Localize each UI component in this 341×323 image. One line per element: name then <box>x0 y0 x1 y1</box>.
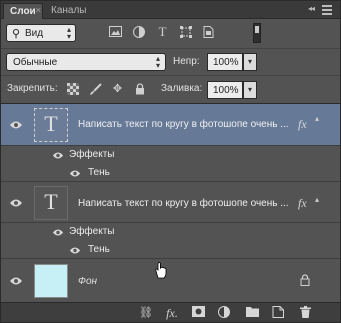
layers-panel: Слои ✕ Каналы ◂◂ ⚲ Вид ▴▾ T Обычные ▴▾ <box>0 0 341 323</box>
hand-cursor-icon <box>154 262 170 280</box>
fill-value: 100% <box>213 85 239 96</box>
filter-kind-select[interactable]: ⚲ Вид ▴ ▾ <box>6 24 76 42</box>
layer-row-text-2[interactable]: T Написать текст по кругу в фотошопе оче… <box>1 183 340 223</box>
effect-name: Тень <box>88 167 110 178</box>
layer-name[interactable]: Написать текст по кругу в фотошопе очень… <box>78 198 289 209</box>
effects-row-2[interactable]: Эффекты <box>1 223 340 241</box>
layer-thumbnail-text[interactable]: T <box>34 186 68 220</box>
search-icon: ⚲ <box>12 28 21 40</box>
panel-menu-icon[interactable] <box>320 3 334 15</box>
type-layer-glyph: T <box>44 189 58 214</box>
new-group-folder-icon[interactable] <box>245 306 259 320</box>
layers-list: T Написать текст по кругу в фотошопе оче… <box>1 103 340 302</box>
visibility-eye-icon[interactable] <box>9 120 23 130</box>
layer-row-background[interactable]: Фон <box>1 260 340 302</box>
tab-close-icon[interactable]: ✕ <box>35 6 42 15</box>
new-layer-icon[interactable] <box>271 306 285 320</box>
visibility-eye-icon[interactable] <box>9 276 23 286</box>
lock-label: Закрепить: <box>7 83 58 94</box>
lock-row: Закрепить: ✥ Заливка: 100% ▾ <box>1 75 340 102</box>
scroll-up-icon[interactable]: ▴ <box>315 114 323 123</box>
visibility-eye-icon[interactable] <box>52 151 66 161</box>
panel-tab-bar: Слои ✕ Каналы ◂◂ <box>1 1 340 19</box>
opacity-dropdown-icon[interactable]: ▾ <box>243 53 257 71</box>
tab-channels[interactable]: Каналы <box>45 3 93 19</box>
smart-object-filter-icon[interactable] <box>202 26 215 38</box>
layer-name[interactable]: Фон <box>78 276 97 287</box>
tab-channels-label: Каналы <box>51 5 87 16</box>
collapse-panel-icon[interactable]: ◂◂ <box>308 4 315 13</box>
layer-name[interactable]: Написать текст по кругу в фотошопе очень… <box>78 119 289 130</box>
visibility-eye-icon[interactable] <box>69 169 83 179</box>
chevron-updown-icon: ▴ ▾ <box>155 54 160 70</box>
adjustment-filter-icon[interactable] <box>132 26 145 38</box>
shape-filter-icon[interactable] <box>179 26 192 38</box>
opacity-field[interactable]: 100% <box>207 53 243 71</box>
type-layer-glyph: T <box>44 111 58 136</box>
layer-thumbnail-background[interactable] <box>34 264 68 298</box>
tab-layers-label: Слои <box>10 6 36 17</box>
delete-layer-trash-icon[interactable] <box>298 306 312 320</box>
image-filter-icon[interactable] <box>109 26 122 38</box>
lock-all-icon[interactable] <box>133 83 146 96</box>
add-layer-style-icon[interactable]: fx. <box>165 306 179 320</box>
link-layers-icon[interactable]: ⛓ <box>139 306 153 320</box>
filter-kind-label: Вид <box>25 28 44 39</box>
effect-row-shadow-1[interactable]: Тень <box>1 164 340 182</box>
layers-bottom-toolbar: ⛓ fx. <box>1 302 340 322</box>
lock-image-pixels-brush-icon[interactable] <box>89 83 102 96</box>
effects-label: Эффекты <box>69 149 115 160</box>
layer-lock-icon <box>300 274 310 286</box>
blend-row: Обычные ▴ ▾ Непр: 100% ▾ <box>1 48 340 74</box>
add-mask-icon[interactable] <box>191 306 205 320</box>
effect-name: Тень <box>88 244 110 255</box>
visibility-eye-icon[interactable] <box>52 228 66 238</box>
effects-row-1[interactable]: Эффекты <box>1 146 340 164</box>
layer-filter-row: ⚲ Вид ▴ ▾ T <box>1 20 340 47</box>
fx-icon[interactable]: fx <box>298 196 307 211</box>
blend-mode-select[interactable]: Обычные ▴ ▾ <box>6 53 166 71</box>
filter-toggle-switch[interactable] <box>253 23 261 43</box>
type-filter-icon[interactable]: T <box>156 25 169 38</box>
scroll-up-icon[interactable]: ▴ <box>315 195 323 204</box>
visibility-eye-icon[interactable] <box>9 198 23 208</box>
fill-field[interactable]: 100% <box>207 81 243 99</box>
blend-mode-value: Обычные <box>13 57 58 68</box>
effects-label: Эффекты <box>69 226 115 237</box>
new-adjustment-layer-icon[interactable] <box>217 306 231 320</box>
lock-transparent-pixels-icon[interactable] <box>66 83 79 96</box>
fill-dropdown-icon[interactable]: ▾ <box>243 81 257 99</box>
lock-position-move-icon[interactable]: ✥ <box>111 83 124 96</box>
opacity-label: Непр: <box>173 56 200 67</box>
fill-label: Заливка: <box>161 83 203 94</box>
fx-icon[interactable]: fx <box>298 117 307 132</box>
layer-thumbnail-text[interactable]: T <box>34 108 68 142</box>
layer-row-text-1[interactable]: T Написать текст по кругу в фотошопе оче… <box>1 104 340 146</box>
effect-row-shadow-2[interactable]: Тень <box>1 241 340 259</box>
chevron-updown-icon: ▴ ▾ <box>66 25 71 41</box>
visibility-eye-icon[interactable] <box>69 246 83 256</box>
opacity-value: 100% <box>213 57 239 68</box>
